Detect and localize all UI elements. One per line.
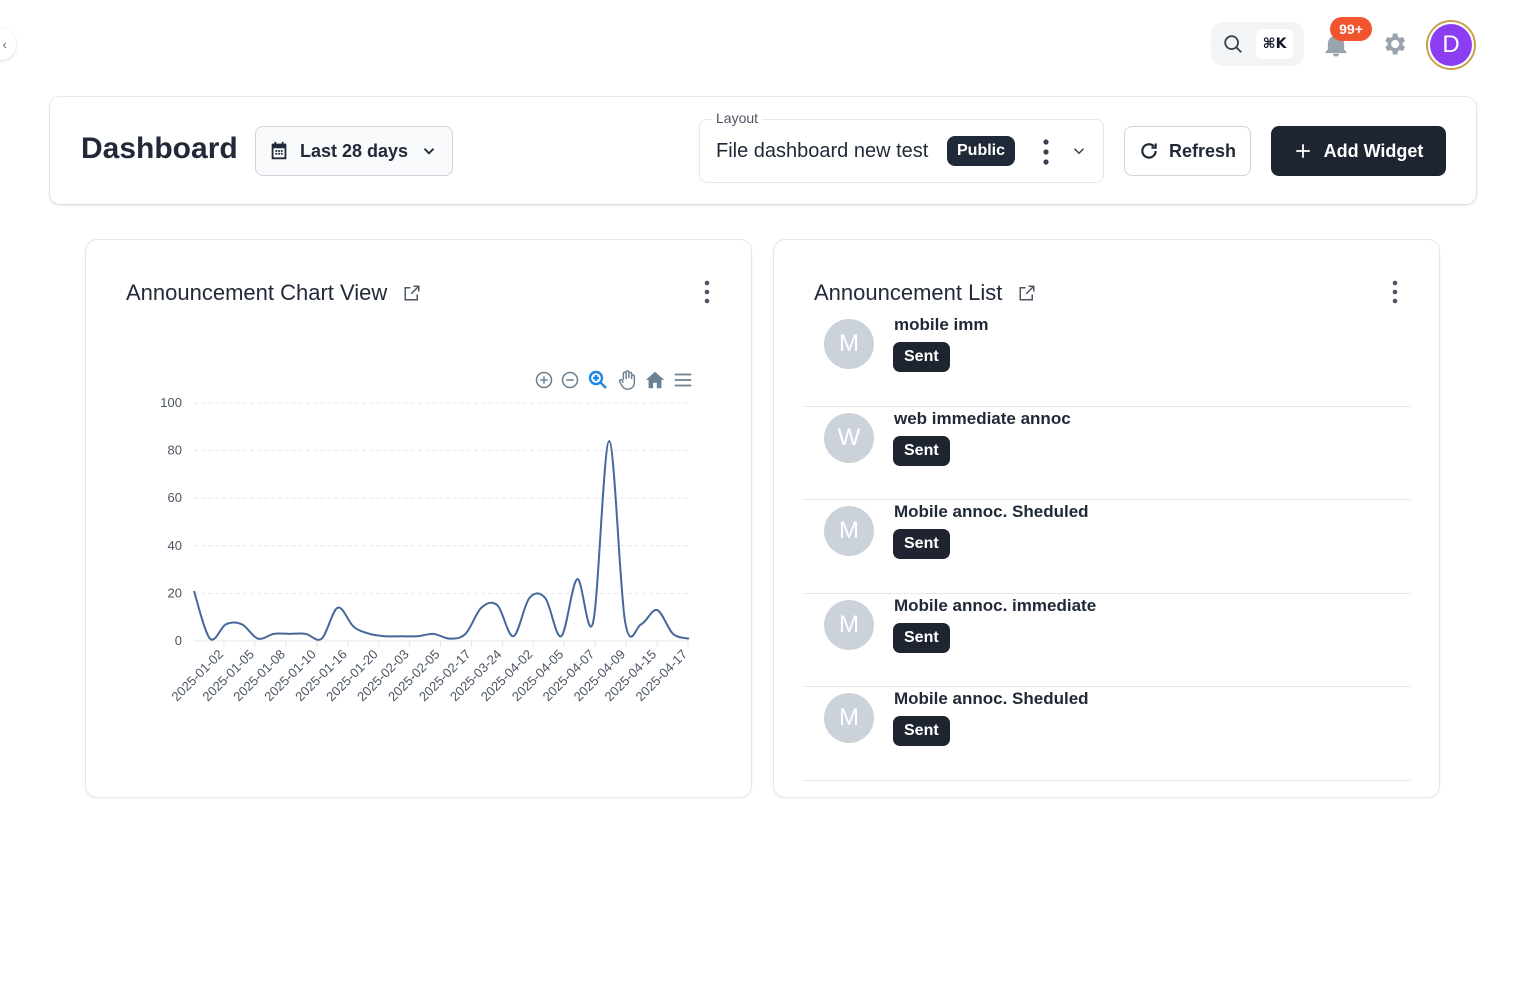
search-shortcut-hint: ⌘K bbox=[1256, 29, 1293, 59]
user-avatar[interactable]: D bbox=[1426, 20, 1476, 70]
date-range-select[interactable]: Last 28 days bbox=[255, 126, 453, 176]
y-tick-label: 40 bbox=[168, 538, 182, 553]
page-title: Dashboard bbox=[81, 132, 238, 165]
avatar: M bbox=[824, 319, 874, 369]
list-item[interactable]: M Mobile annoc. Sheduled Sent bbox=[804, 687, 1411, 781]
gear-icon[interactable] bbox=[1380, 30, 1408, 58]
dashboard-header: Dashboard Last 28 days Layout File dashb… bbox=[50, 97, 1476, 204]
home-reset-icon[interactable] bbox=[644, 369, 666, 391]
avatar: M bbox=[824, 506, 874, 557]
series-line bbox=[193, 440, 690, 641]
announcement-title: Mobile annoc. Sheduled bbox=[894, 689, 1089, 709]
announcement-title: Mobile annoc. Sheduled bbox=[894, 502, 1089, 522]
y-tick-label: 80 bbox=[168, 443, 182, 458]
zoom-out-icon[interactable] bbox=[560, 370, 580, 390]
chevron-left-icon: ‹ bbox=[2, 36, 7, 52]
avatar: W bbox=[824, 412, 874, 463]
chevron-down-icon bbox=[423, 148, 435, 155]
visibility-badge: Public bbox=[947, 136, 1016, 166]
list-item[interactable]: W web immediate annoc Sent bbox=[804, 407, 1411, 501]
layout-select[interactable]: Layout File dashboard new test Public bbox=[699, 110, 1104, 183]
add-widget-label: Add Widget bbox=[1323, 140, 1424, 161]
top-bar: ‹ ⌘K 99+ D bbox=[0, 0, 1522, 90]
list-widget-header: Announcement List bbox=[814, 280, 1036, 306]
chart-toolbar bbox=[534, 368, 694, 392]
sidebar-collapse-button[interactable]: ‹ bbox=[0, 28, 16, 60]
y-tick-label: 60 bbox=[168, 490, 182, 505]
announcement-title: mobile imm bbox=[894, 315, 989, 334]
y-tick-label: 0 bbox=[175, 633, 182, 648]
status-badge: Sent bbox=[893, 716, 950, 747]
chart-widget-header: Announcement Chart View bbox=[126, 280, 421, 306]
announcement-title: Mobile annoc. immediate bbox=[894, 595, 1097, 615]
plus-icon bbox=[1295, 144, 1310, 158]
avatar: M bbox=[824, 599, 874, 650]
list-item[interactable]: M Mobile annoc. immediate Sent bbox=[804, 594, 1411, 688]
list-widget: Announcement List M mobile imm Sent W we… bbox=[773, 239, 1440, 798]
status-badge: Sent bbox=[893, 529, 950, 560]
search-button[interactable]: ⌘K bbox=[1211, 22, 1304, 66]
list-item[interactable]: M Mobile annoc. Sheduled Sent bbox=[804, 500, 1411, 594]
line-chart: 0204060801002025-01-022025-01-052025-01-… bbox=[160, 395, 690, 704]
refresh-label: Refresh bbox=[1168, 140, 1237, 161]
widget-menu-icon[interactable] bbox=[702, 280, 712, 304]
hamburger-menu-icon[interactable] bbox=[672, 369, 694, 391]
avatar-initial: D bbox=[1430, 24, 1472, 66]
selection-zoom-icon[interactable] bbox=[586, 368, 610, 392]
refresh-button[interactable]: Refresh bbox=[1124, 126, 1251, 176]
calendar-icon bbox=[271, 141, 287, 160]
zoom-in-icon[interactable] bbox=[534, 370, 554, 390]
refresh-icon bbox=[1141, 143, 1157, 159]
announcement-list: M mobile imm Sent W web immediate annoc … bbox=[804, 313, 1411, 781]
widget-menu-icon[interactable] bbox=[1390, 280, 1400, 304]
y-tick-label: 20 bbox=[168, 585, 182, 600]
external-link-icon[interactable] bbox=[403, 284, 421, 302]
chart-widget-title: Announcement Chart View bbox=[126, 280, 388, 305]
chart-widget: Announcement Chart View 0 20 40 60 80 100 2025… bbox=[85, 239, 752, 798]
avatar: M bbox=[824, 693, 874, 744]
y-tick-label: 100 bbox=[160, 395, 182, 410]
chevron-down-icon[interactable] bbox=[1070, 142, 1088, 160]
pan-hand-icon[interactable] bbox=[616, 369, 638, 391]
announcement-title: web immediate annoc bbox=[894, 408, 1071, 428]
list-item[interactable]: M mobile imm Sent bbox=[804, 313, 1411, 407]
external-link-icon[interactable] bbox=[1018, 284, 1036, 302]
notification-count-badge: 99+ bbox=[1330, 17, 1372, 41]
add-widget-button[interactable]: Add Widget bbox=[1271, 126, 1446, 176]
date-range-label: Last 28 days bbox=[300, 140, 409, 161]
layout-value: File dashboard new test bbox=[716, 140, 929, 162]
list-widget-title: Announcement List bbox=[814, 280, 1003, 305]
layout-label: Layout bbox=[712, 110, 763, 126]
status-badge: Sent bbox=[893, 435, 950, 466]
kebab-menu-icon[interactable] bbox=[1036, 137, 1056, 167]
search-icon bbox=[1224, 35, 1242, 53]
status-badge: Sent bbox=[893, 342, 950, 372]
status-badge: Sent bbox=[893, 622, 950, 653]
